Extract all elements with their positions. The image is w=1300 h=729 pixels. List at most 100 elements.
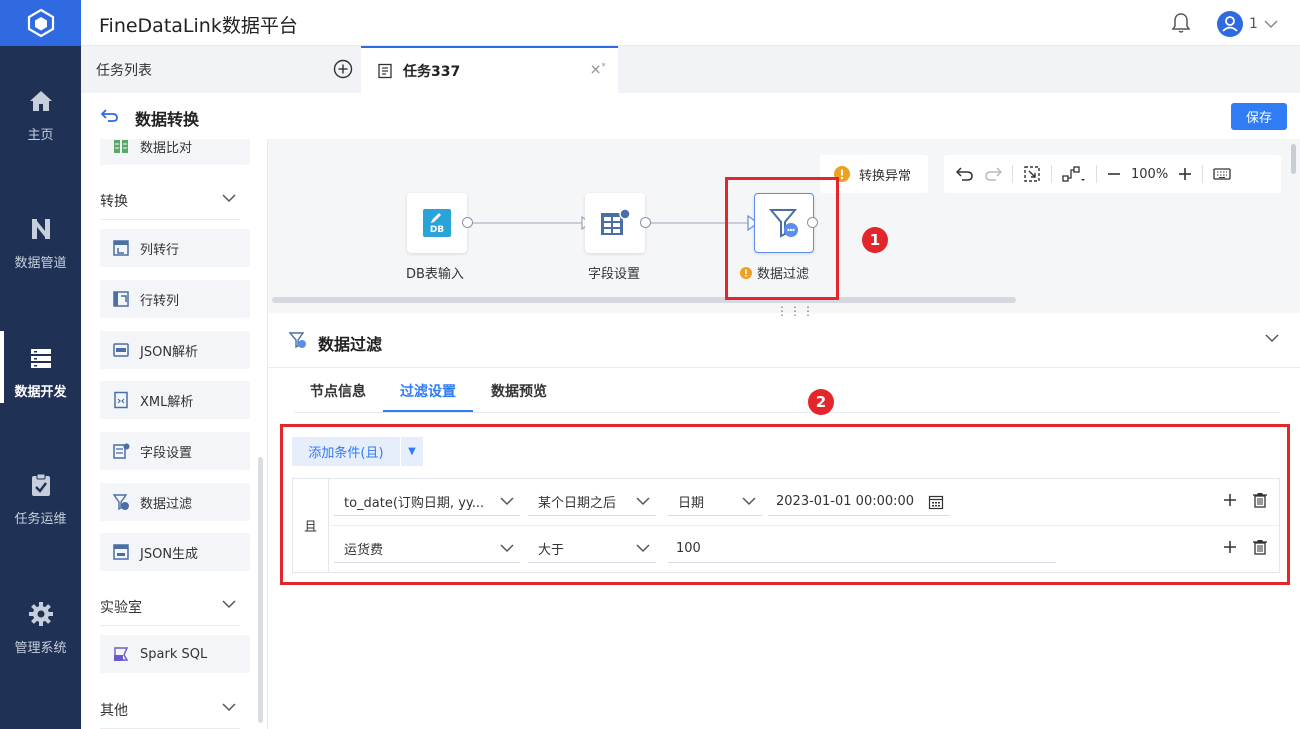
op-item-data-filter[interactable]: 数据过滤 — [100, 483, 250, 521]
pipeline-icon — [31, 219, 50, 239]
toolbar-divider — [1012, 165, 1013, 183]
op-label: JSON生成 — [140, 546, 199, 562]
op-item-field-settings[interactable]: 字段设置 — [100, 432, 250, 470]
node-label-field-settings: 字段设置 — [588, 267, 641, 282]
chevron-down-icon — [1264, 20, 1278, 29]
flow-canvas[interactable]: DB DB表输入 字段设置 数据过滤 转换异常 100% 1 — [268, 139, 1300, 313]
category-lab[interactable]: 实验室 — [100, 597, 240, 626]
chevron-down-icon — [222, 194, 236, 203]
op-item-col-to-row[interactable]: 列转行 — [100, 229, 250, 267]
category-transform[interactable]: 转换 — [100, 191, 240, 220]
op-label: 列转行 — [140, 242, 180, 258]
nav-label-pipeline: 数据管道 — [14, 256, 67, 271]
add-tab-icon[interactable] — [333, 59, 353, 79]
tab-bar: 任务列表 任务337 ✕* — [81, 46, 1300, 93]
node-db-input[interactable]: DB — [407, 193, 467, 253]
close-tab-icon[interactable]: ✕* — [590, 62, 606, 79]
tab-task-337[interactable]: 任务337 ✕* — [361, 46, 618, 93]
op-item-compare[interactable]: 数据比对 — [100, 139, 250, 165]
op-label: XML解析 — [140, 394, 194, 410]
op-label: 行转列 — [140, 293, 180, 309]
back-icon[interactable] — [101, 107, 119, 123]
config-tabs: 节点信息 过滤设置 数据预览 — [294, 369, 1280, 413]
app-logo[interactable] — [0, 0, 81, 46]
op-item-json-parse[interactable]: JSON解析 — [100, 331, 250, 369]
nav-item-admin[interactable]: 管理系统 — [0, 601, 81, 656]
category-label: 其他 — [100, 703, 128, 719]
page-header: 数据转换 保存 — [81, 93, 1300, 139]
layout-icon[interactable] — [1062, 155, 1086, 193]
app-title: FineDataLink数据平台 — [99, 15, 298, 37]
gear-icon — [28, 602, 53, 626]
filter-icon — [112, 494, 129, 511]
filter-icon — [288, 332, 306, 349]
field-settings-icon — [601, 208, 631, 235]
config-title: 数据过滤 — [318, 335, 383, 354]
nav-label-admin: 管理系统 — [14, 641, 67, 656]
tab-task-list-label: 任务列表 — [96, 62, 152, 79]
user-menu[interactable]: 1 — [1217, 11, 1278, 37]
active-tab-underline — [383, 410, 473, 412]
toolbar-divider — [1096, 165, 1097, 183]
marker-badge-2: 2 — [808, 389, 834, 415]
toolbar-divider — [1051, 165, 1052, 183]
modified-mark: * — [601, 62, 607, 72]
chevron-down-icon[interactable] — [1265, 333, 1279, 343]
fit-view-icon[interactable] — [1023, 155, 1041, 193]
op-item-json-generate[interactable]: JSON生成 — [100, 533, 250, 571]
node-label-db-input: DB表输入 — [406, 267, 464, 282]
canvas-toolbar: 100% — [944, 155, 1281, 193]
canvas-vertical-scrollbar[interactable] — [1291, 144, 1296, 174]
op-item-row-to-col[interactable]: 行转列 — [100, 280, 250, 318]
page-title: 数据转换 — [135, 110, 200, 129]
save-button[interactable]: 保存 — [1231, 103, 1287, 130]
zoom-out-icon[interactable] — [1107, 155, 1121, 193]
node-output-port[interactable] — [462, 217, 473, 228]
tab-filter-settings[interactable]: 过滤设置 — [400, 381, 456, 401]
xml-parse-icon — [114, 391, 128, 409]
bell-icon[interactable] — [1171, 12, 1191, 34]
operator-panel: 数据比对 转换 列转行 行转列 JSON解析 XML解析 字段设置 数据过滤 J… — [81, 139, 268, 729]
node-output-port[interactable] — [640, 217, 651, 228]
row-to-col-icon — [113, 291, 129, 307]
avatar — [1217, 11, 1243, 37]
canvas-horizontal-scrollbar[interactable] — [272, 297, 1016, 303]
chevron-down-icon — [222, 703, 236, 712]
op-label: JSON解析 — [140, 344, 199, 360]
op-item-xml-parse[interactable]: XML解析 — [100, 381, 250, 419]
tab-data-preview[interactable]: 数据预览 — [491, 381, 547, 401]
op-item-spark-sql[interactable]: Spark SQL — [100, 635, 250, 673]
user-name: 1 — [1249, 16, 1258, 32]
json-parse-icon — [113, 343, 129, 357]
highlight-box-filter — [280, 424, 1290, 585]
keyboard-icon[interactable] — [1213, 155, 1231, 193]
tab-task-list[interactable]: 任务列表 — [81, 46, 361, 93]
tab-node-info[interactable]: 节点信息 — [310, 381, 366, 401]
zoom-in-icon[interactable] — [1178, 155, 1192, 193]
nav-label-dev: 数据开发 — [14, 385, 67, 400]
nav-item-pipeline[interactable]: 数据管道 — [0, 216, 81, 271]
category-label: 转换 — [100, 194, 128, 210]
op-label: 数据比对 — [140, 140, 193, 156]
left-nav: 主页 数据管道 数据开发 任务运维 管理系统 — [0, 0, 81, 729]
config-header: 数据过滤 — [268, 313, 1300, 368]
dev-icon — [30, 349, 51, 368]
redo-icon[interactable] — [984, 155, 1002, 193]
operator-scrollbar[interactable] — [258, 457, 263, 723]
nav-item-ops[interactable]: 任务运维 — [0, 472, 81, 527]
category-label: 实验室 — [100, 600, 142, 616]
nav-item-dev[interactable]: 数据开发 — [0, 331, 81, 403]
json-generate-icon — [113, 544, 129, 560]
col-to-row-icon — [113, 240, 129, 256]
edge-db-to-field — [469, 222, 587, 224]
node-field-settings[interactable] — [585, 193, 645, 253]
op-label: 字段设置 — [140, 445, 193, 461]
chevron-down-icon — [222, 600, 236, 609]
compare-icon — [114, 140, 128, 153]
nav-item-home[interactable]: 主页 — [0, 88, 81, 143]
category-other[interactable]: 其他 — [100, 700, 240, 729]
nav-label-ops: 任务运维 — [14, 512, 67, 527]
zoom-level: 100% — [1131, 166, 1169, 182]
undo-icon[interactable] — [956, 155, 974, 193]
nav-label-home: 主页 — [27, 128, 54, 143]
